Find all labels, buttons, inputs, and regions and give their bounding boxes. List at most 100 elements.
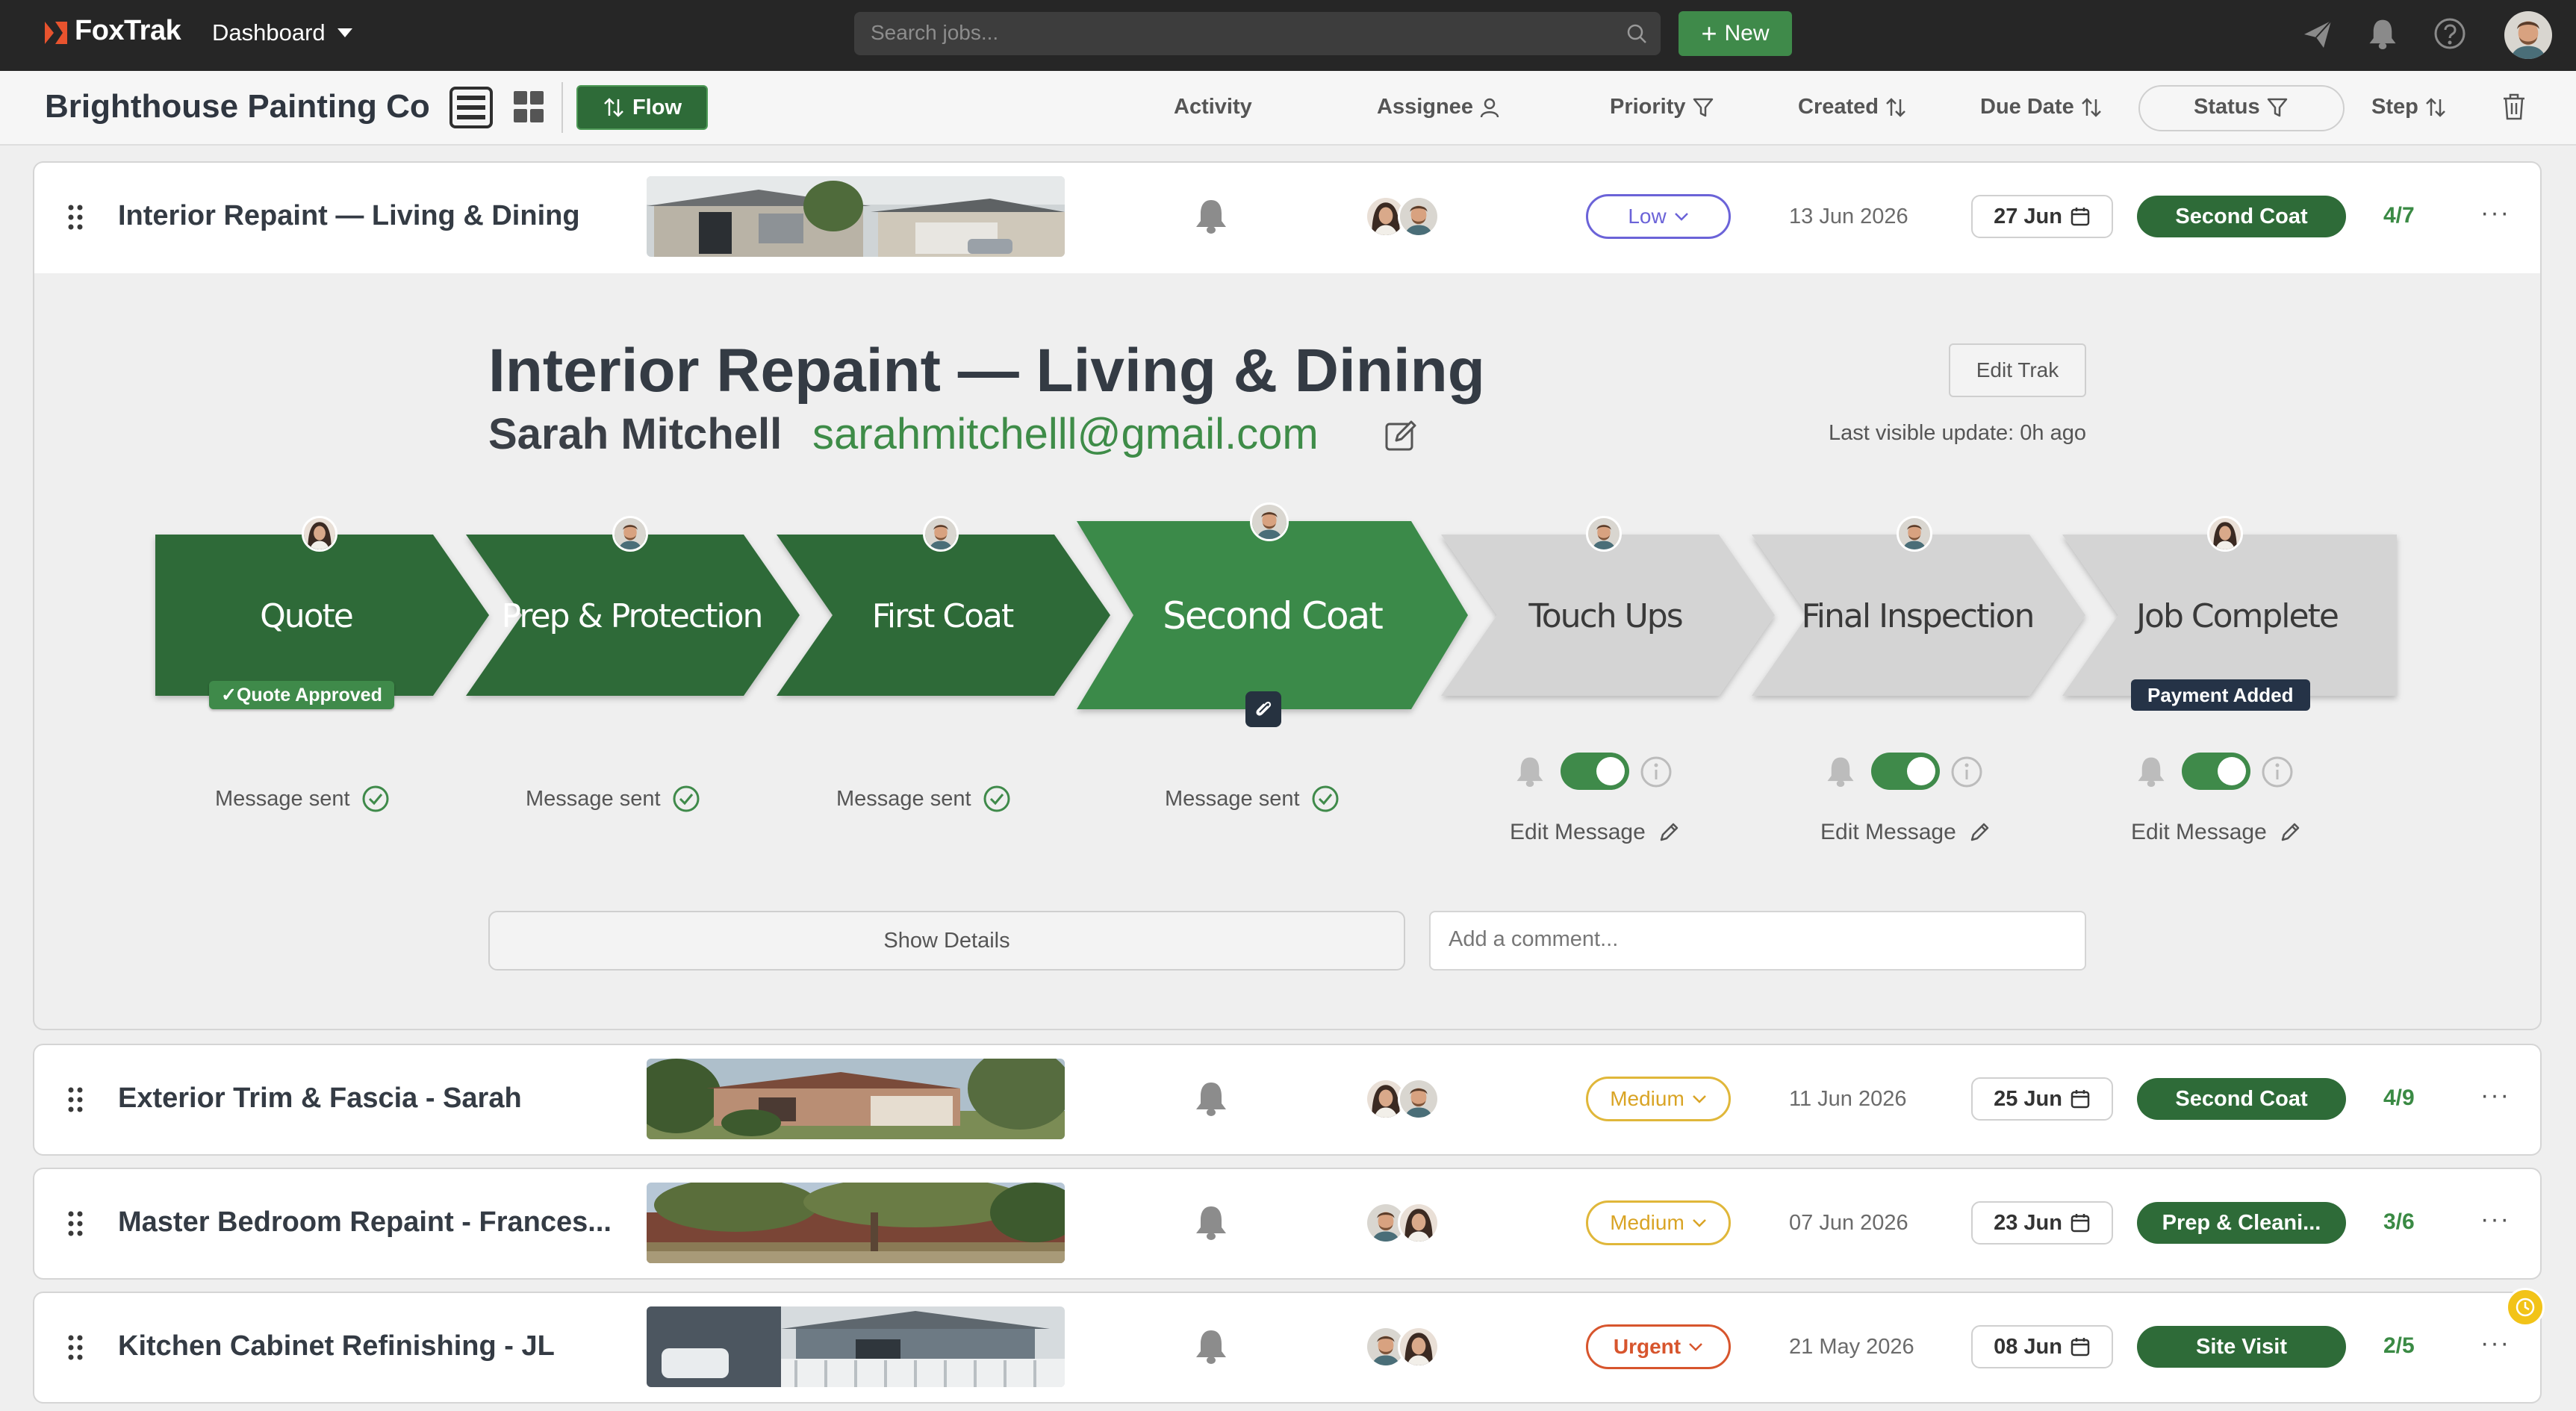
assignee-avatars[interactable] — [1365, 1078, 1446, 1120]
trash-icon[interactable] — [2501, 93, 2527, 121]
stage-assignee-avatar[interactable] — [2207, 516, 2243, 552]
column-assignee[interactable]: Assignee — [1377, 95, 1500, 119]
list-view-icon[interactable] — [449, 87, 493, 128]
step-header-label: Step — [2371, 95, 2418, 119]
notify-bell-icon[interactable] — [1514, 754, 1546, 788]
info-icon[interactable] — [1640, 756, 1673, 788]
chevron-down-icon — [1692, 1094, 1707, 1103]
activity-bell-icon[interactable] — [1193, 1080, 1229, 1117]
step-counter: 4/9 — [2383, 1085, 2415, 1110]
stage-assignee-avatar[interactable] — [612, 516, 648, 552]
status-badge[interactable]: Second Coat — [2137, 196, 2346, 237]
new-job-button[interactable]: + New — [1679, 11, 1792, 56]
assignee-avatars[interactable] — [1365, 1326, 1446, 1368]
send-icon[interactable] — [2301, 18, 2334, 51]
due-date-picker[interactable]: 27 Jun — [1971, 195, 2113, 238]
house-photo[interactable] — [647, 1059, 1065, 1139]
user-avatar[interactable] — [2504, 11, 2552, 59]
house-photo[interactable] — [647, 176, 1065, 257]
priority-dropdown[interactable]: Low — [1586, 194, 1731, 239]
priority-dropdown[interactable]: Urgent — [1586, 1324, 1731, 1369]
drag-handle-icon[interactable] — [66, 204, 84, 231]
priority-header-label: Priority — [1610, 95, 1686, 119]
job-title[interactable]: Interior Repaint — Living & Dining — [118, 200, 626, 232]
drag-handle-icon[interactable] — [66, 1334, 84, 1361]
stage-assignee-avatar[interactable] — [1586, 516, 1622, 552]
job-title[interactable]: Exterior Trim & Fascia - Sarah — [118, 1083, 626, 1115]
status-badge[interactable]: Site Visit — [2137, 1326, 2346, 1368]
status-header-label: Status — [2194, 95, 2260, 119]
flow-view-button[interactable]: Flow — [576, 85, 708, 130]
column-status[interactable]: Status — [2194, 95, 2289, 119]
job-title[interactable]: Kitchen Cabinet Refinishing - JL — [118, 1330, 626, 1362]
stage-label: Prep & Protection — [501, 597, 764, 635]
search-icon[interactable] — [1625, 22, 1649, 46]
client-email[interactable]: sarahmitchelll@gmail.com — [812, 409, 1319, 459]
notify-bell-icon[interactable] — [1825, 754, 1856, 788]
column-step[interactable]: Step — [2371, 95, 2447, 119]
attachment-button[interactable] — [1245, 691, 1281, 727]
notify-bell-icon[interactable] — [2135, 754, 2167, 788]
notify-toggle[interactable] — [1871, 753, 1940, 790]
show-details-button[interactable]: Show Details — [488, 911, 1405, 971]
chevron-down-icon — [1674, 212, 1689, 221]
created-date: 07 Jun 2026 — [1789, 1211, 1908, 1235]
dashboard-caret-icon[interactable] — [337, 28, 352, 37]
search-placeholder: Search jobs... — [871, 21, 999, 44]
edit-message-button[interactable]: Edit Message — [1510, 820, 1680, 845]
info-icon[interactable] — [2261, 756, 2294, 788]
house-photo[interactable] — [647, 1183, 1065, 1263]
assignee-avatars[interactable] — [1365, 1202, 1446, 1244]
stage-assignee-avatar[interactable] — [1897, 516, 1932, 552]
dashboard-menu[interactable]: Dashboard — [212, 19, 326, 46]
new-button-label: New — [1724, 21, 1770, 46]
column-due-date[interactable]: Due Date — [1980, 95, 2103, 119]
app-logo-text[interactable]: FoxTrak — [75, 15, 181, 47]
help-icon[interactable] — [2433, 16, 2467, 51]
due-date-label: 08 Jun — [1994, 1334, 2062, 1359]
due-date-picker[interactable]: 08 Jun — [1971, 1325, 2113, 1368]
sort-icon — [2424, 96, 2447, 119]
column-created[interactable]: Created — [1798, 95, 1907, 119]
info-icon[interactable] — [1950, 756, 1983, 788]
column-activity[interactable]: Activity — [1174, 95, 1252, 119]
chevron-down-icon — [1688, 1342, 1703, 1351]
toolbar-divider — [561, 82, 563, 133]
notify-toggle[interactable] — [2182, 753, 2250, 790]
status-badge[interactable]: Prep & Cleani... — [2137, 1202, 2346, 1244]
more-options-icon[interactable]: ··· — [2480, 1329, 2510, 1358]
assignee-avatars[interactable] — [1365, 196, 1446, 237]
notify-toggle[interactable] — [1561, 753, 1629, 790]
edit-trak-button[interactable]: Edit Trak — [1949, 343, 2086, 397]
edit-contact-icon[interactable] — [1384, 418, 1419, 452]
stage-assignee-avatar[interactable] — [1250, 502, 1289, 541]
activity-bell-icon[interactable] — [1193, 197, 1229, 234]
drag-handle-icon[interactable] — [66, 1210, 84, 1237]
stage-assignee-avatar[interactable] — [302, 516, 337, 552]
more-options-icon[interactable]: ··· — [2480, 1205, 2510, 1234]
column-priority[interactable]: Priority — [1610, 95, 1714, 119]
due-date-picker[interactable]: 25 Jun — [1971, 1077, 2113, 1121]
due-date-label: 23 Jun — [1994, 1210, 2062, 1235]
drag-handle-icon[interactable] — [66, 1086, 84, 1113]
grid-view-icon[interactable] — [512, 90, 545, 124]
priority-dropdown[interactable]: Medium — [1586, 1200, 1731, 1245]
edit-message-button[interactable]: Edit Message — [1820, 820, 1991, 845]
more-options-icon[interactable]: ··· — [2480, 1081, 2510, 1110]
timer-icon[interactable] — [2506, 1288, 2545, 1327]
stage-assignee-avatar[interactable] — [923, 516, 959, 552]
avatar — [1398, 196, 1440, 237]
activity-bell-icon[interactable] — [1193, 1203, 1229, 1241]
status-badge[interactable]: Second Coat — [2137, 1078, 2346, 1120]
more-options-icon[interactable]: ··· — [2480, 199, 2510, 228]
due-date-picker[interactable]: 23 Jun — [1971, 1201, 2113, 1245]
chevron-down-icon — [1692, 1218, 1707, 1227]
step-counter: 2/5 — [2383, 1333, 2415, 1358]
payment-added-badge: Payment Added — [2131, 679, 2310, 711]
activity-bell-icon[interactable] — [1193, 1327, 1229, 1365]
house-photo[interactable] — [647, 1306, 1065, 1387]
priority-dropdown[interactable]: Medium — [1586, 1077, 1731, 1121]
job-title[interactable]: Master Bedroom Repaint - Frances... — [118, 1206, 626, 1239]
notifications-bell-icon[interactable] — [2367, 16, 2398, 51]
edit-message-button[interactable]: Edit Message — [2131, 820, 2301, 845]
